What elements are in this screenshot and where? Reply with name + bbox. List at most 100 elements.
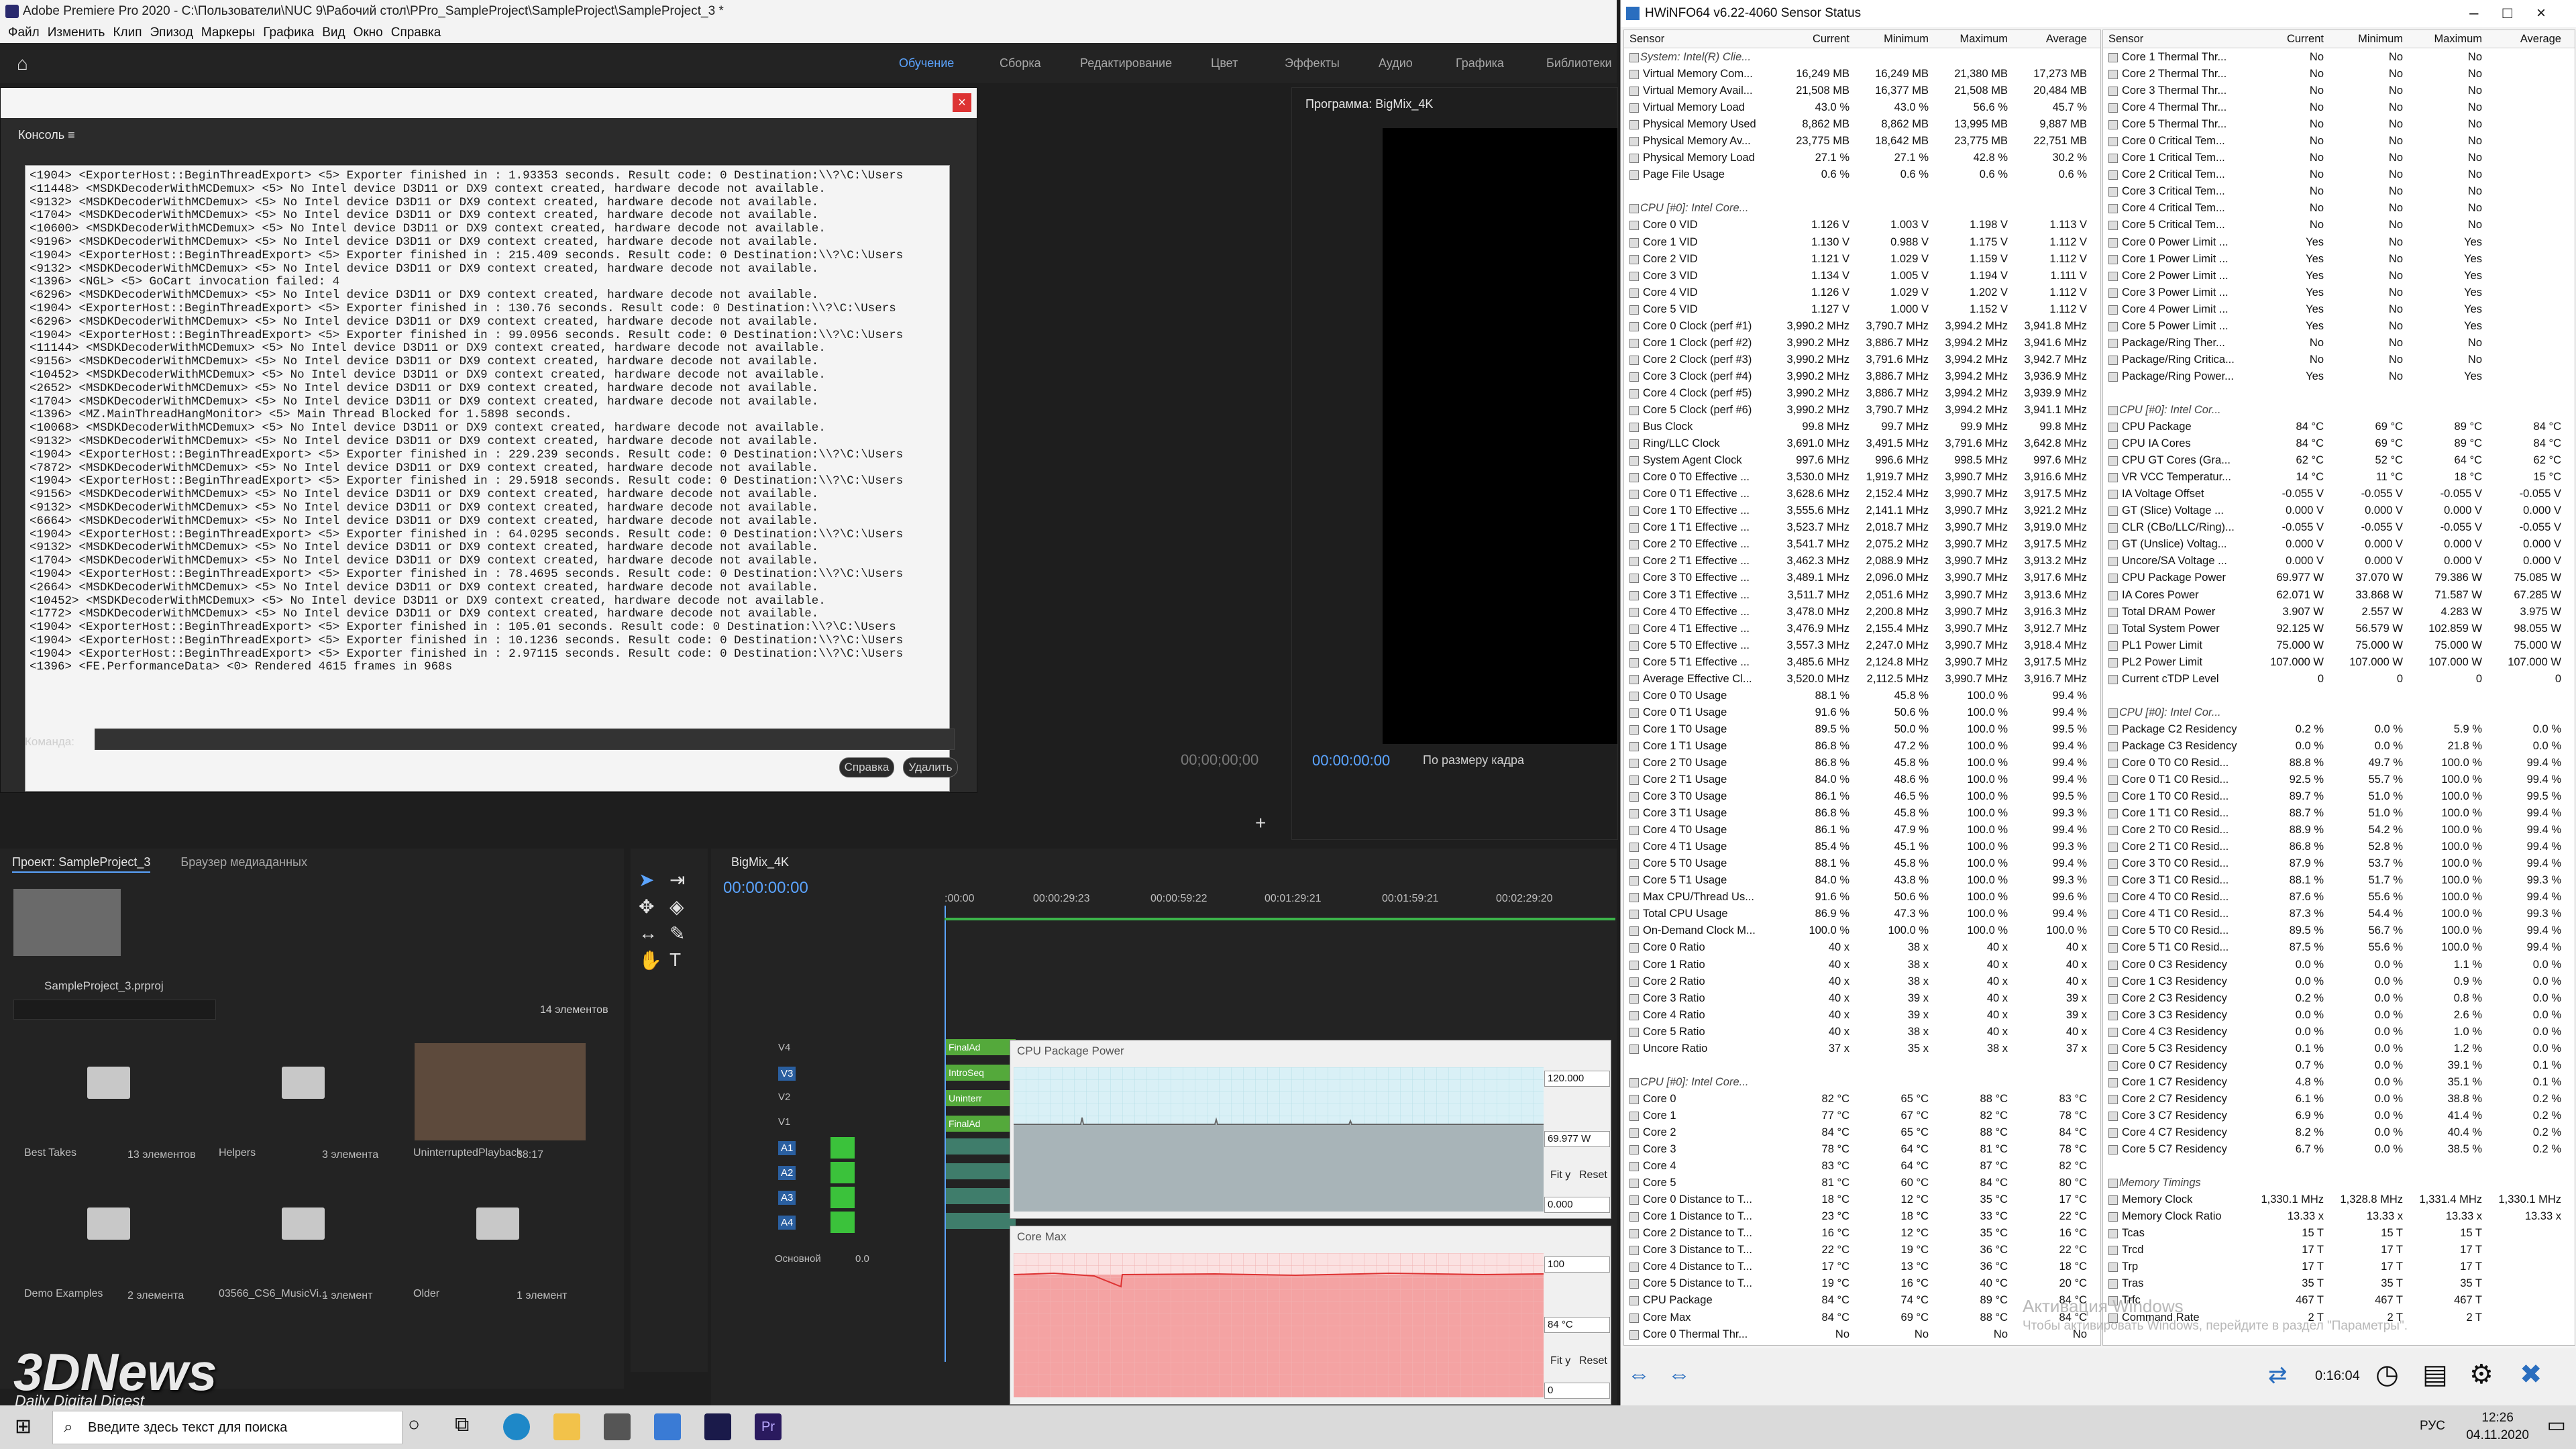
- sensor-row[interactable]: Core 3 T1 C0 Resid... 88.1 % 51.7 % 100.0 %…: [2103, 872, 2575, 889]
- language-indicator[interactable]: РУС: [2420, 1419, 2445, 1434]
- pen-icon[interactable]: ✎: [669, 922, 685, 945]
- sensor-row[interactable]: Core 1 C7 Residency 4.8 % 0.0 % 35.1 % 0.1 %: [2103, 1074, 2575, 1091]
- sensor-row[interactable]: Max CPU/Thread Us... 91.6 % 50.6 % 100.0 % 9…: [1624, 889, 2100, 906]
- sensor-row[interactable]: Core 2 C3 Residency 0.2 % 0.0 % 0.8 % 0.0 %: [2103, 990, 2575, 1007]
- workspace-tab[interactable]: Графика: [1456, 56, 1504, 70]
- audio-clip[interactable]: [946, 1163, 1016, 1179]
- console-log[interactable]: <1904> <ExporterHost::BeginThreadExport>…: [25, 165, 950, 792]
- menu-item[interactable]: Эпизод: [150, 23, 193, 43]
- sensor-row[interactable]: CPU [#0]: Intel Core...: [1624, 1074, 2100, 1091]
- sensor-row[interactable]: Core 0 C7 Residency 0.7 % 0.0 % 39.1 % 0.1 %: [2103, 1057, 2575, 1074]
- sensor-row[interactable]: System Agent Clock 997.6 MHz 996.6 MHz 998.…: [1624, 452, 2100, 469]
- sensor-row[interactable]: Core 5 81 °C 60 °C 84 °C 80 °C: [1624, 1175, 2100, 1191]
- sensor-row[interactable]: Core 2 C7 Residency 6.1 % 0.0 % 38.8 % 0.2 %: [2103, 1091, 2575, 1108]
- sensor-row[interactable]: Core 3 Clock (perf #4) 3,990.2 MHz 3,886.7…: [1624, 368, 2100, 385]
- sensor-row[interactable]: Core 5 C3 Residency 0.1 % 0.0 % 1.2 % 0.0 %: [2103, 1040, 2575, 1057]
- clock-icon[interactable]: ◷: [2375, 1359, 2399, 1390]
- program-screen[interactable]: [1383, 128, 1617, 744]
- project-search-input[interactable]: [13, 1000, 216, 1020]
- sensor-row[interactable]: Package C3 Residency 0.0 % 0.0 % 21.8 % 0.0 …: [2103, 738, 2575, 755]
- sensor-row[interactable]: Core 3 T0 C0 Resid... 87.9 % 53.7 % 100.0 %…: [2103, 855, 2575, 872]
- folder-icon[interactable]: [87, 1208, 130, 1240]
- menu-item[interactable]: Вид: [322, 23, 345, 43]
- close-icon[interactable]: ✖: [2520, 1359, 2542, 1390]
- sensor-row[interactable]: IA Cores Power 62.071 W 33.868 W 71.587 W 67…: [2103, 587, 2575, 604]
- header-current[interactable]: Current: [2287, 33, 2324, 46]
- track-header[interactable]: V1: [778, 1116, 790, 1128]
- sensor-row[interactable]: Core 4 Thermal Thr... No No No: [2103, 99, 2575, 116]
- menu-item[interactable]: Файл: [8, 23, 40, 43]
- sensor-row[interactable]: Core 3 T1 Usage 86.8 % 45.8 % 100.0 % 99.3 %: [1624, 805, 2100, 822]
- sensor-row[interactable]: Page File Usage 0.6 % 0.6 % 0.6 % 0.6 %: [1624, 166, 2100, 183]
- folder-icon[interactable]: [87, 1067, 130, 1099]
- sensor-row[interactable]: [1624, 1057, 2100, 1074]
- workspace-tab[interactable]: Редактирование: [1080, 56, 1172, 70]
- sensor-row[interactable]: Core 2 84 °C 65 °C 88 °C 84 °C: [1624, 1124, 2100, 1141]
- sensor-row[interactable]: Core 4 Power Limit ... Yes No Yes: [2103, 301, 2575, 318]
- audio-clip[interactable]: [946, 1138, 1016, 1155]
- header-maximum[interactable]: Maximum: [2434, 33, 2482, 46]
- sensor-row[interactable]: Core 2 Distance to T... 16 °C 12 °C 35 °C 16…: [1624, 1225, 2100, 1242]
- notification-icon[interactable]: ▭: [2547, 1413, 2566, 1437]
- sensor-row[interactable]: Core 4 T1 Usage 85.4 % 45.1 % 100.0 % 99.3 %: [1624, 839, 2100, 855]
- header-average[interactable]: Average: [2520, 33, 2561, 46]
- sensor-row[interactable]: Core 4 VID 1.126 V 1.029 V 1.202 V 1.112 V: [1624, 284, 2100, 301]
- menu-item[interactable]: Окно: [354, 23, 383, 43]
- sensor-row[interactable]: CPU [#0]: Intel Cor...: [2103, 402, 2575, 419]
- mail-icon[interactable]: [604, 1413, 631, 1440]
- fit-y-button[interactable]: Fit y: [1550, 1355, 1570, 1367]
- sensor-row[interactable]: Core 1 T0 Usage 89.5 % 50.0 % 100.0 % 99.5 %: [1624, 721, 2100, 738]
- fit-y-button[interactable]: Fit y: [1550, 1169, 1570, 1181]
- track-header[interactable]: V4: [778, 1042, 790, 1053]
- sensor-row[interactable]: Core 0 VID 1.126 V 1.003 V 1.198 V 1.113 V: [1624, 217, 2100, 233]
- next-arrow-icon[interactable]: ⇔: [1668, 1362, 1690, 1388]
- sensor-row[interactable]: Core 2 Thermal Thr... No No No: [2103, 66, 2575, 83]
- header-maximum[interactable]: Maximum: [1960, 33, 2008, 46]
- sensor-row[interactable]: Tras 35 T 35 T 35 T: [2103, 1275, 2575, 1292]
- sensor-row[interactable]: Core 5 T0 Effective ... 3,557.3 MHz 2,247.…: [1624, 637, 2100, 654]
- cortana-icon[interactable]: ○: [408, 1413, 420, 1436]
- track-header[interactable]: A1: [778, 1141, 796, 1155]
- sensor-row[interactable]: Core 4 T0 C0 Resid... 87.6 % 55.6 % 100.0 %…: [2103, 889, 2575, 906]
- sensor-row[interactable]: Total System Power 92.125 W 56.579 W 102.85…: [2103, 621, 2575, 637]
- sensor-row[interactable]: Core 3 Thermal Thr... No No No: [2103, 83, 2575, 99]
- sensor-row[interactable]: Core 5 T1 C0 Resid... 87.5 % 55.6 % 100.0 %…: [2103, 939, 2575, 956]
- sensor-row[interactable]: Core 5 Thermal Thr... No No No: [2103, 116, 2575, 133]
- sensor-row[interactable]: Core 5 Critical Tem... No No No: [2103, 217, 2575, 233]
- sensor-row[interactable]: Core 4 Critical Tem... No No No: [2103, 200, 2575, 217]
- sensor-row[interactable]: Core 5 T0 C0 Resid... 89.5 % 56.7 % 100.0 %…: [2103, 922, 2575, 939]
- sensor-row[interactable]: Core 1 77 °C 67 °C 82 °C 78 °C: [1624, 1108, 2100, 1124]
- menu-item[interactable]: Изменить: [48, 23, 105, 43]
- selection-tool-icon[interactable]: ➤: [639, 869, 654, 891]
- sensor-row[interactable]: Core 3 C7 Residency 6.9 % 0.0 % 41.4 % 0.2 %: [2103, 1108, 2575, 1124]
- sensor-row[interactable]: Core 1 VID 1.130 V 0.988 V 1.175 V 1.112 V: [1624, 234, 2100, 251]
- menu-item[interactable]: Графика: [263, 23, 314, 43]
- sensor-row[interactable]: IA Voltage Offset -0.055 V -0.055 V -0.055 …: [2103, 486, 2575, 502]
- reset-button[interactable]: Reset: [1579, 1169, 1607, 1181]
- video-clip[interactable]: FinalAd: [946, 1039, 1016, 1055]
- folder-icon[interactable]: [476, 1208, 519, 1240]
- bin-name[interactable]: Older: [413, 1288, 439, 1300]
- help-button[interactable]: Справка: [839, 757, 894, 777]
- folder-icon[interactable]: [282, 1067, 325, 1099]
- sensor-row[interactable]: Core 4 C3 Residency 0.0 % 0.0 % 1.0 % 0.0 %: [2103, 1024, 2575, 1040]
- sensor-row[interactable]: Core 2 Power Limit ... Yes No Yes: [2103, 268, 2575, 284]
- video-clip[interactable]: FinalAd: [946, 1116, 1016, 1132]
- bin-name[interactable]: UninterruptedPlayback: [413, 1147, 522, 1159]
- command-input[interactable]: [95, 729, 955, 750]
- track-header[interactable]: A4: [778, 1216, 796, 1230]
- sensor-row[interactable]: Virtual Memory Load 43.0 % 43.0 % 56.6 % 45.…: [1624, 99, 2100, 116]
- sensor-row[interactable]: Core 5 T1 Usage 84.0 % 43.8 % 100.0 % 99.3 %: [1624, 872, 2100, 889]
- workspace-tab[interactable]: Аудио: [1379, 56, 1413, 70]
- task-view-icon[interactable]: ⧉: [455, 1413, 469, 1436]
- sensor-row[interactable]: Core 0 T1 Effective ... 3,628.6 MHz 2,152.…: [1624, 486, 2100, 502]
- sensor-row[interactable]: PL1 Power Limit 75.000 W 75.000 W 75.000 W 7…: [2103, 637, 2575, 654]
- sensor-row[interactable]: CPU [#0]: Intel Core...: [1624, 200, 2100, 217]
- bin-name[interactable]: Helpers: [219, 1147, 256, 1159]
- sensor-row[interactable]: Core 1 T1 Effective ... 3,523.7 MHz 2,018.…: [1624, 519, 2100, 536]
- premiere-taskbar-icon[interactable]: Pr: [755, 1413, 782, 1440]
- timeline-timecode[interactable]: 00:00:00:00: [723, 879, 808, 898]
- hwinfo-taskbar-icon[interactable]: [654, 1413, 681, 1440]
- track-header[interactable]: A2: [778, 1166, 796, 1180]
- sensor-row[interactable]: CPU [#0]: Intel Cor...: [2103, 704, 2575, 721]
